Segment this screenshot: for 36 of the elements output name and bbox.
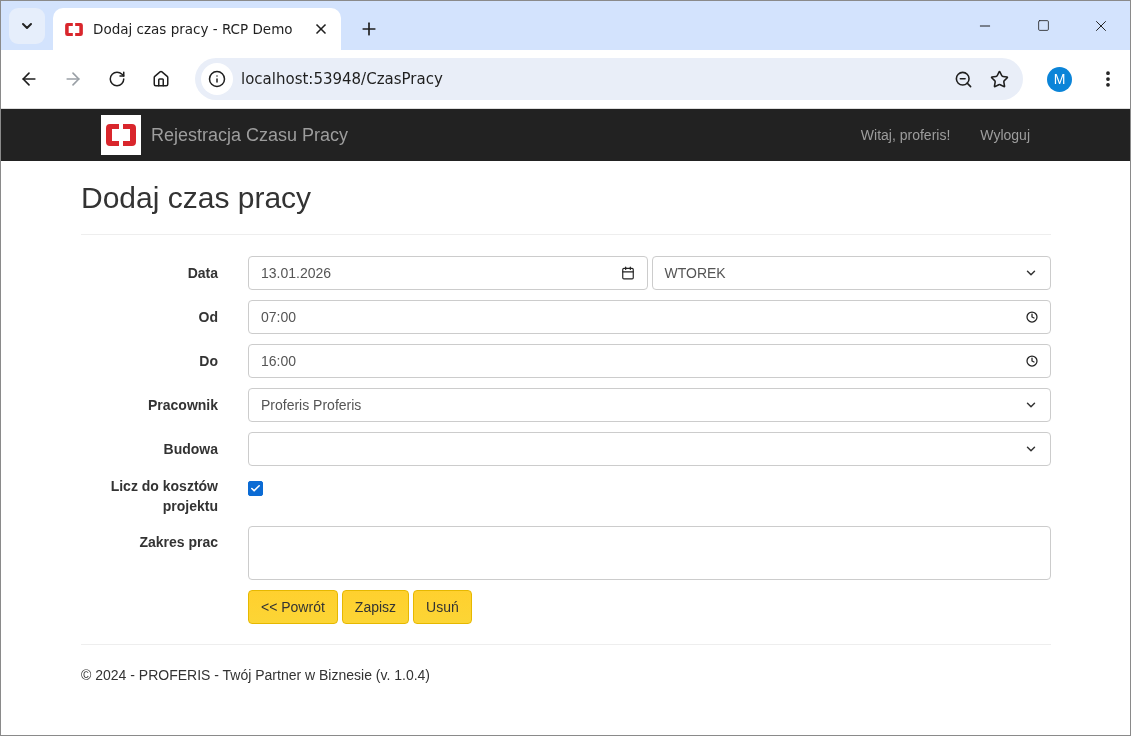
time-field[interactable]: 07:00 — [248, 300, 1051, 334]
time-field[interactable]: 16:00 — [248, 344, 1051, 378]
day-select[interactable]: WTOREK — [651, 256, 1051, 290]
clock-icon — [1026, 311, 1038, 323]
nav-link[interactable]: Witaj, proferis! — [860, 127, 951, 143]
action-button[interactable]: Zapisz — [341, 590, 410, 624]
footer-text: © 2024 - PROFERIS - Twój Partner w Biznesie (v. 1.0.4) — [81, 667, 432, 683]
field-label: Pracownik — [146, 396, 218, 415]
clock-icon — [1026, 355, 1038, 367]
check-icon — [250, 483, 261, 494]
action-button[interactable]: << Powrót — [248, 590, 338, 624]
favicon-icon — [65, 22, 83, 36]
field-label: Data — [186, 264, 218, 283]
profile-avatar[interactable]: M — [1047, 66, 1072, 92]
field-label: Do — [198, 352, 218, 371]
calendar-icon — [620, 266, 635, 280]
tab-menu-button[interactable] — [9, 8, 45, 44]
url-text: localhost:53948/CzasPracy — [241, 70, 444, 88]
field-label: Od — [197, 308, 218, 327]
action-button[interactable]: Usuń — [413, 590, 472, 624]
select-field[interactable] — [248, 432, 1051, 466]
field-label: Licz do kosztów projektu — [109, 477, 218, 516]
logo[interactable] — [101, 115, 141, 155]
checkbox[interactable] — [248, 481, 263, 496]
tab-title: Dodaj czas pracy - RCP Demo — [93, 21, 294, 37]
field-label: Budowa — [162, 440, 218, 459]
logo-icon — [106, 124, 136, 146]
date-field[interactable]: 13.01.2026 — [248, 256, 648, 290]
page-title: Dodaj czas pracy — [81, 181, 313, 214]
brand-link[interactable]: Rejestracja Czasu Pracy — [151, 124, 349, 146]
info-icon[interactable] — [201, 63, 233, 95]
nav-link[interactable]: Wyloguj — [980, 127, 1030, 143]
field-label: Zakres prac — [138, 533, 218, 552]
select-field[interactable]: Proferis Proferis — [248, 388, 1051, 422]
browser-tab[interactable]: Dodaj czas pracy - RCP Demo — [53, 8, 341, 50]
address-bar[interactable]: localhost:53948/CzasPracy — [195, 58, 1023, 100]
